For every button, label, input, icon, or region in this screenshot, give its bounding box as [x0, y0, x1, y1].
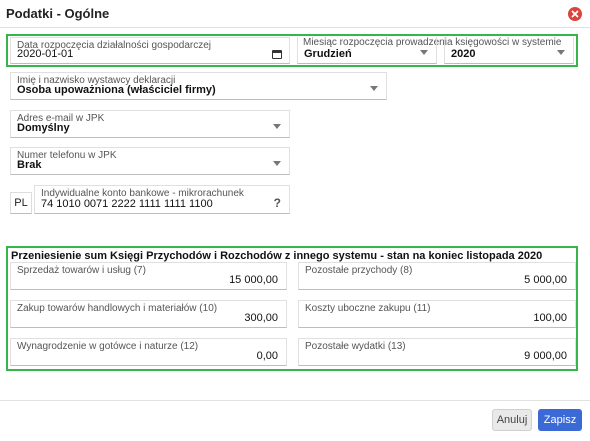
- help-icon[interactable]: ?: [274, 196, 281, 210]
- issuer-select[interactable]: Imię i nazwisko wystawcy deklaracji Osob…: [10, 72, 387, 100]
- chevron-down-icon: [370, 86, 378, 91]
- close-icon[interactable]: [568, 7, 582, 21]
- account-prefix: PL: [10, 192, 32, 214]
- email-select[interactable]: Adres e-mail w JPK Domyślny: [10, 110, 290, 138]
- start-date-field[interactable]: Data rozpoczęcia działalności gospodarcz…: [10, 37, 290, 64]
- start-month-value: Grudzień: [304, 48, 352, 60]
- footer-divider: [0, 400, 590, 401]
- header-divider: [0, 27, 590, 28]
- chevron-down-icon: [273, 161, 281, 166]
- chevron-down-icon: [420, 50, 428, 55]
- calendar-icon[interactable]: [272, 50, 282, 59]
- account-input[interactable]: Indywidualne konto bankowe - mikrorachun…: [34, 185, 290, 214]
- transfer-field[interactable]: Wynagrodzenie w gotówce i naturze (12) 0…: [10, 338, 287, 366]
- phone-value: Brak: [17, 159, 42, 171]
- transfer-field-value: 9 000,00: [524, 350, 567, 362]
- dialog-title: Podatki - Ogólne: [6, 6, 110, 21]
- start-year-value: 2020: [451, 48, 476, 60]
- issuer-value: Osoba upoważniona (właściciel firmy): [17, 84, 216, 96]
- phone-select[interactable]: Numer telefonu w JPK Brak: [10, 147, 290, 175]
- transfer-field[interactable]: Pozostałe przychody (8) 5 000,00: [298, 262, 576, 290]
- transfer-field-label: Zakup towarów handlowych i materiałów (1…: [17, 303, 218, 314]
- transfer-field-label: Pozostałe przychody (8): [305, 265, 413, 276]
- cancel-button[interactable]: Anuluj: [492, 409, 532, 431]
- transfer-field-value: 15 000,00: [229, 274, 278, 286]
- chevron-down-icon: [557, 50, 565, 55]
- transfer-field[interactable]: Koszty uboczne zakupu (11) 100,00: [298, 300, 576, 328]
- transfer-field[interactable]: Zakup towarów handlowych i materiałów (1…: [10, 300, 287, 328]
- account-value: 74 1010 0071 2222 1111 1111 1100: [41, 198, 213, 210]
- transfer-field-value: 5 000,00: [524, 274, 567, 286]
- transfer-section-title: Przeniesienie sum Księgi Przychodów i Ro…: [11, 250, 543, 262]
- transfer-field-value: 100,00: [533, 312, 567, 324]
- transfer-field-value: 0,00: [256, 350, 278, 362]
- transfer-field-value: 300,00: [244, 312, 278, 324]
- transfer-field-label: Wynagrodzenie w gotówce i naturze (12): [17, 341, 199, 352]
- email-value: Domyślny: [17, 122, 70, 134]
- transfer-field-label: Koszty uboczne zakupu (11): [305, 303, 431, 314]
- start-year-select[interactable]: 2020: [444, 37, 574, 64]
- start-date-value: 2020-01-01: [17, 48, 74, 60]
- save-button[interactable]: Zapisz: [538, 409, 582, 431]
- transfer-field[interactable]: Pozostałe wydatki (13) 9 000,00: [298, 338, 576, 366]
- transfer-field-label: Pozostałe wydatki (13): [305, 341, 406, 352]
- transfer-field-label: Sprzedaż towarów i usług (7): [17, 265, 146, 276]
- chevron-down-icon: [273, 124, 281, 129]
- start-month-select[interactable]: Grudzień: [297, 37, 437, 64]
- transfer-field[interactable]: Sprzedaż towarów i usług (7) 15 000,00: [10, 262, 287, 290]
